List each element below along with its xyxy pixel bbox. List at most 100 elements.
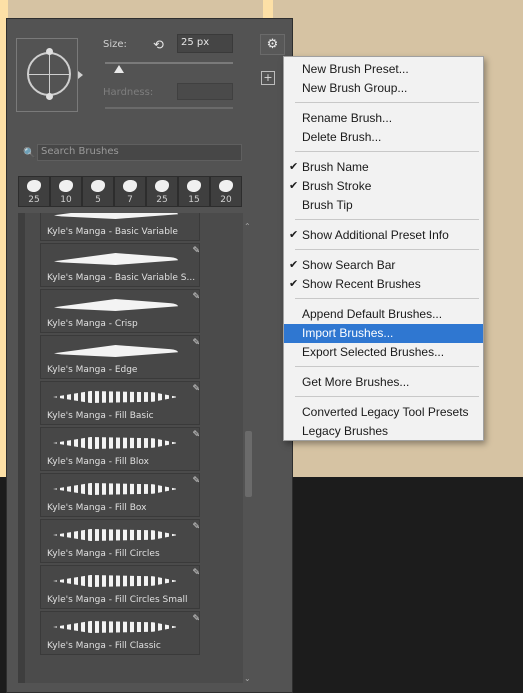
checkmark-icon: ✔ (289, 180, 299, 192)
hardness-label: Hardness: (103, 87, 154, 98)
brush-tool-icon: ✎ (192, 430, 200, 440)
menu-item-label: Delete Brush... (302, 130, 382, 144)
brush-angle-circle[interactable] (27, 52, 71, 96)
menu-item[interactable]: Export Selected Brushes... (284, 343, 483, 362)
menu-separator (295, 102, 479, 103)
brush-name-label: Kyle's Manga - Fill Blox (47, 457, 149, 467)
search-input[interactable]: Search Brushes (37, 144, 242, 161)
brush-list-item[interactable]: ✎ Kyle's Manga - Edge (40, 335, 200, 379)
brush-list-item[interactable]: ✎ Kyle's Manga - Fill Classic (40, 611, 200, 655)
brush-stroke-preview (53, 253, 178, 265)
brush-list-item[interactable]: ✎ Kyle's Manga - Basic Variable S... (40, 243, 200, 287)
scroll-down-icon[interactable]: ⌄ (244, 674, 251, 683)
roundness-handle-bottom[interactable] (46, 93, 53, 100)
scroll-up-icon[interactable]: ⌃ (244, 222, 251, 231)
menu-item[interactable]: Brush Tip (284, 196, 483, 215)
brush-tip-thumbnail (155, 180, 169, 192)
size-input[interactable]: 25 px (177, 34, 233, 53)
size-label: Size: (103, 39, 127, 50)
brush-list-scrollbar[interactable]: ⌃ ⌄ (243, 219, 253, 689)
menu-item-label: Converted Legacy Tool Presets (302, 405, 469, 419)
menu-item-label: Brush Tip (302, 198, 353, 212)
menu-item-label: New Brush Preset... (302, 62, 409, 76)
menu-item[interactable]: Append Default Brushes... (284, 305, 483, 324)
brush-list-item[interactable]: ✎Kyle's Manga - Basic Variable (40, 213, 200, 241)
menu-item-label: Show Recent Brushes (302, 277, 421, 291)
brush-list-item[interactable]: ✎ Kyle's Manga - Fill Blox (40, 427, 200, 471)
brush-tip-thumbnail (123, 180, 137, 192)
menu-item-label: Get More Brushes... (302, 375, 410, 389)
menu-item-label: Import Brushes... (302, 326, 394, 340)
size-slider[interactable] (105, 62, 233, 64)
canvas-background-strip (263, 0, 273, 18)
brush-name-label: Kyle's Manga - Fill Circles (47, 549, 160, 559)
reset-size-icon[interactable]: ⟲ (153, 38, 164, 53)
recent-brush-item[interactable]: 25 (18, 176, 50, 207)
brush-stroke-preview (53, 299, 178, 311)
menu-item[interactable]: ✔ Show Additional Preset Info (284, 226, 483, 245)
brush-stroke-preview (53, 345, 178, 357)
menu-item-label: Legacy Brushes (302, 424, 389, 438)
brush-size-label: 5 (95, 195, 101, 205)
menu-item[interactable]: ✔ Show Recent Brushes (284, 275, 483, 294)
roundness-handle-top[interactable] (46, 48, 53, 55)
brush-name-label: Kyle's Manga - Edge (47, 365, 138, 375)
checkmark-icon: ✔ (289, 259, 299, 271)
preview-expand-icon[interactable] (78, 71, 83, 79)
menu-item-label: Show Additional Preset Info (302, 228, 449, 242)
brush-list-item[interactable]: ✎ Kyle's Manga - Fill Box (40, 473, 200, 517)
hardness-input[interactable] (177, 83, 233, 100)
brush-tool-icon: ✎ (192, 246, 200, 256)
brush-tip-thumbnail (27, 180, 41, 192)
brush-panel-flyout-menu: New Brush Preset... New Brush Group... Ren… (283, 56, 484, 441)
brush-list-item[interactable]: ✎ Kyle's Manga - Fill Circles Small (40, 565, 200, 609)
brush-size-label: 10 (60, 195, 72, 205)
size-slider-knob[interactable] (114, 65, 124, 73)
menu-item-label: Brush Stroke (302, 179, 372, 193)
brush-tip-thumbnail (91, 180, 105, 192)
recent-brush-item[interactable]: 15 (178, 176, 210, 207)
brush-size-label: 7 (127, 195, 133, 205)
menu-item[interactable]: ✔ Brush Name (284, 158, 483, 177)
brush-size-label: 20 (220, 195, 232, 205)
menu-item-label: Export Selected Brushes... (302, 345, 445, 359)
menu-separator (295, 298, 479, 299)
hardness-slider[interactable] (105, 107, 233, 109)
brush-tool-icon: ✎ (192, 338, 200, 348)
brush-list-item[interactable]: ✎ Kyle's Manga - Crisp (40, 289, 200, 333)
brush-tip-thumbnail (219, 180, 233, 192)
recent-brush-item[interactable]: 5 (82, 176, 114, 207)
menu-item[interactable]: Legacy Brushes (284, 422, 483, 441)
checkmark-icon: ✔ (289, 161, 299, 173)
brush-tip-preview[interactable] (16, 38, 78, 112)
recent-brush-item[interactable]: 25 (146, 176, 178, 207)
panel-settings-gear-icon[interactable]: ⚙ (260, 34, 285, 55)
menu-item[interactable]: Converted Legacy Tool Presets (284, 403, 483, 422)
brush-stroke-preview (53, 213, 178, 219)
recent-brush-item[interactable]: 10 (50, 176, 82, 207)
brush-tool-icon: ✎ (192, 568, 200, 578)
new-brush-icon[interactable]: + (261, 71, 275, 85)
recent-brushes-row: 25 10 5 7 25 15 20 (18, 176, 246, 207)
brush-tool-icon: ✎ (192, 476, 200, 486)
brush-name-label: Kyle's Manga - Crisp (47, 319, 138, 329)
menu-item[interactable]: Rename Brush... (284, 109, 483, 128)
recent-brush-item[interactable]: 20 (210, 176, 242, 207)
brush-stroke-preview (53, 483, 178, 495)
menu-separator (295, 396, 479, 397)
brush-list-item[interactable]: ✎ Kyle's Manga - Fill Circles (40, 519, 200, 563)
brush-list-item[interactable]: ✎ Kyle's Manga - Fill Basic (40, 381, 200, 425)
menu-separator (295, 249, 479, 250)
recent-brush-item[interactable]: 7 (114, 176, 146, 207)
menu-item[interactable]: Import Brushes... (284, 324, 483, 343)
menu-item[interactable]: Get More Brushes... (284, 373, 483, 392)
checkmark-icon: ✔ (289, 229, 299, 241)
menu-item[interactable]: Delete Brush... (284, 128, 483, 147)
menu-item[interactable]: New Brush Preset... (284, 60, 483, 79)
brush-tool-icon: ✎ (192, 292, 200, 302)
scroll-thumb[interactable] (245, 431, 252, 497)
menu-item[interactable]: ✔ Brush Stroke (284, 177, 483, 196)
search-icon: 🔍 (23, 148, 36, 159)
menu-item[interactable]: ✔ Show Search Bar (284, 256, 483, 275)
menu-item[interactable]: New Brush Group... (284, 79, 483, 98)
